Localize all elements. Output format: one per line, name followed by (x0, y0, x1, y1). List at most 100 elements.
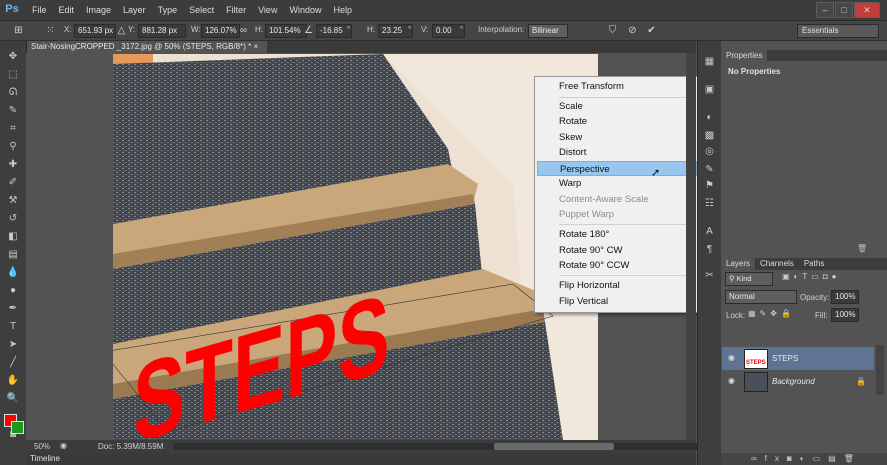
clone-source-panel-icon[interactable]: ⚑ (702, 179, 717, 193)
document-tab[interactable]: Stair-NosingCROPPED _3172.jpg @ 50% (STE… (26, 41, 267, 53)
brush-tool-icon[interactable]: ✐ (5, 175, 21, 190)
tools-panel-icon[interactable]: ✂ (702, 269, 717, 283)
blend-mode-select[interactable]: Normal (725, 290, 797, 304)
menu-select[interactable]: Select (183, 0, 220, 20)
layers-footer-icons[interactable]: ∞fx◙◐▭▤🗑 (751, 454, 862, 463)
link-icon[interactable]: ∞ (237, 24, 250, 37)
pen-tool-icon[interactable]: ✒ (5, 301, 21, 316)
hand-tool-icon[interactable]: ✋ (5, 373, 21, 388)
menu-help[interactable]: Help (327, 0, 358, 20)
menu-edit[interactable]: Edit (53, 0, 81, 20)
transform-tool-icon[interactable]: ⊞ (12, 24, 25, 37)
zoom-level[interactable]: 50% (34, 442, 50, 451)
history-panel-icon[interactable]: ▦ (702, 55, 717, 69)
menu-item-rotate-90-ccw[interactable]: Rotate 90° CCW (537, 258, 697, 273)
menu-item-distort[interactable]: Distort (537, 145, 697, 160)
tab-paths[interactable]: Paths (799, 258, 829, 270)
eyedropper-tool-icon[interactable]: ⚲ (5, 139, 21, 154)
cancel-transform-icon[interactable]: ⊘ (626, 24, 639, 37)
color-panel-icon[interactable]: ◎ (702, 145, 717, 159)
workspace-select[interactable]: Essentials (797, 24, 879, 38)
menu-item-warp[interactable]: Warp (537, 176, 697, 191)
interpolation-select[interactable]: Bilinear (528, 24, 568, 38)
menu-item-perspective[interactable]: Perspective (537, 161, 697, 176)
brush-panel-icon[interactable]: ✎ (702, 163, 717, 177)
w-field[interactable]: 126.07% (201, 24, 240, 38)
layer-filter-icons[interactable]: ▣◐T▭◘● (782, 272, 841, 281)
minimize-button[interactable]: – (816, 2, 834, 18)
path-select-tool-icon[interactable]: ➤ (5, 337, 21, 352)
y-field[interactable]: 881.28 px (138, 24, 186, 38)
blur-tool-icon[interactable]: 💧 (5, 265, 21, 280)
tab-layers[interactable]: Layers (721, 258, 756, 270)
menu-filter[interactable]: Filter (220, 0, 252, 20)
clone-stamp-tool-icon[interactable]: ⚒ (5, 193, 21, 208)
timeline-label[interactable]: Timeline (26, 454, 60, 463)
close-button[interactable]: ✕ (854, 2, 880, 18)
layer-background[interactable]: ◉ Background 🔒 (722, 370, 874, 393)
commit-transform-icon[interactable]: ✔ (645, 24, 658, 37)
lock-icons[interactable]: ▦✎✥🔒 (748, 309, 795, 318)
tab-channels[interactable]: Channels (755, 258, 799, 270)
paragraph-panel-icon[interactable]: ¶ (702, 243, 717, 257)
trash-icon[interactable]: 🗑 (857, 244, 867, 253)
menu-type[interactable]: Type (152, 0, 184, 20)
character-panel-icon[interactable]: A (702, 225, 717, 239)
lasso-tool-icon[interactable]: ᘏ (5, 85, 21, 100)
warp-mode-icon[interactable]: ⛉ (606, 24, 619, 37)
opacity-field[interactable]: 100% (831, 290, 859, 304)
styles-panel-icon[interactable]: ▩ (702, 129, 717, 143)
horizontal-scrollbar[interactable] (174, 443, 714, 450)
dodge-tool-icon[interactable]: ● (5, 283, 21, 298)
menu-item-free-transform[interactable]: Free Transform (537, 79, 697, 94)
menu-file[interactable]: File (26, 0, 53, 20)
marquee-tool-icon[interactable]: ⬚ (5, 67, 21, 82)
h-field[interactable]: 101.54% (265, 24, 307, 38)
menu-layer[interactable]: Layer (117, 0, 152, 20)
menu-item-rotate[interactable]: Rotate (537, 114, 697, 129)
close-tab-icon[interactable]: × (253, 42, 258, 51)
fill-field[interactable]: 100% (831, 308, 859, 322)
gradient-tool-icon[interactable]: ▤ (5, 247, 21, 262)
menu-item-flip-horizontal[interactable]: Flip Horizontal (537, 278, 697, 293)
menu-window[interactable]: Window (283, 0, 327, 20)
layer-filter-kind[interactable]: ⚲ Kind (725, 272, 773, 286)
tool-presets-icon[interactable]: ☷ (702, 197, 717, 211)
layers-scrollbar[interactable] (876, 345, 884, 395)
visibility-eye-icon[interactable]: ◉ (728, 353, 738, 363)
reference-point-icon[interactable]: ⁙ (44, 24, 57, 37)
actions-panel-icon[interactable]: ▣ (702, 83, 717, 97)
delta-icon[interactable]: △ (115, 24, 128, 37)
x-field[interactable]: 651.93 px (74, 24, 116, 38)
layer-steps[interactable]: ◉ STEPS STEPS (722, 347, 874, 370)
zoom-tool-icon[interactable]: 🔍 (5, 391, 21, 406)
eraser-tool-icon[interactable]: ◧ (5, 229, 21, 244)
visibility-eye-icon[interactable]: ◉ (728, 376, 738, 386)
tab-properties[interactable]: Properties (721, 50, 768, 61)
h-skew-label: H: (367, 25, 375, 34)
menu-image[interactable]: Image (80, 0, 117, 20)
menu-item-flip-vertical[interactable]: Flip Vertical (537, 294, 697, 309)
crop-tool-icon[interactable]: ⌗ (5, 121, 21, 136)
menu-view[interactable]: View (252, 0, 283, 20)
type-tool-icon[interactable]: T (5, 319, 21, 334)
menu-item-rotate-180[interactable]: Rotate 180° (537, 227, 697, 242)
maximize-button[interactable]: □ (835, 2, 853, 18)
menu-item-skew[interactable]: Skew (537, 130, 697, 145)
move-tool-icon[interactable]: ✥ (5, 49, 21, 64)
document-canvas[interactable]: STEPS (113, 54, 598, 440)
history-brush-tool-icon[interactable]: ↺ (5, 211, 21, 226)
healing-tool-icon[interactable]: ✚ (5, 157, 21, 172)
menu-item-rotate-90-cw[interactable]: Rotate 90° CW (537, 243, 697, 258)
menu-item-scale[interactable]: Scale (537, 99, 697, 114)
adjustments-panel-icon[interactable]: ◐ (702, 111, 717, 125)
no-properties-text: No Properties (728, 67, 781, 76)
v-skew-degree: ° (460, 25, 464, 34)
menu-separator (559, 97, 695, 98)
status-menu-icon[interactable]: ◉ (60, 441, 67, 450)
background-color-swatch[interactable] (11, 421, 24, 434)
horizontal-scroll-thumb[interactable] (494, 443, 614, 450)
quick-select-tool-icon[interactable]: ✎ (5, 103, 21, 118)
shape-tool-icon[interactable]: ╱ (5, 355, 21, 370)
vertical-scrollbar[interactable] (686, 53, 696, 440)
